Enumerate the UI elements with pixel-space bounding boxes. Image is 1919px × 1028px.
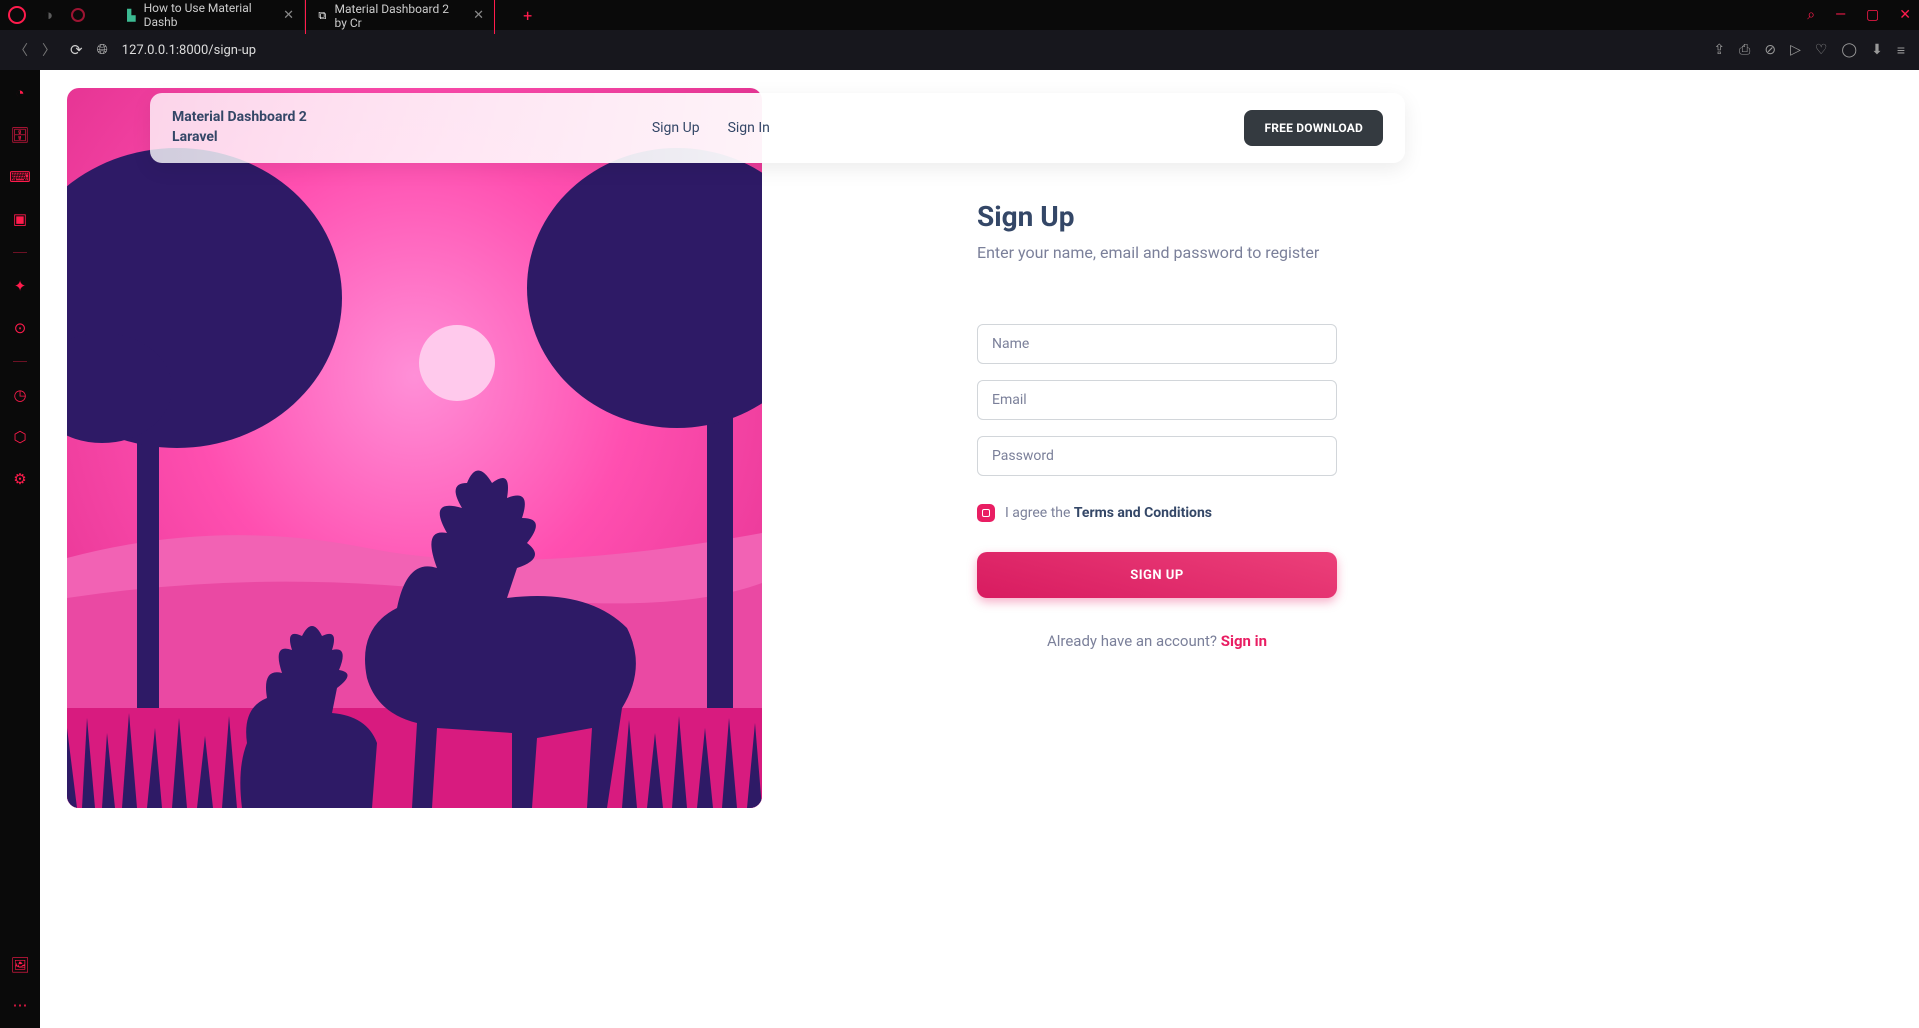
pinboards-icon[interactable]: ✦: [14, 277, 27, 295]
extensions-icon[interactable]: ⬡: [13, 428, 26, 446]
favicon-icon: ▙: [125, 8, 138, 22]
sidebar: ◔ 🗄 ⌨ ▣ ✦ ⊙ ◷ ⬡ ⚙ 🖼 ⋯: [0, 70, 40, 1028]
discord-icon[interactable]: ◑: [44, 6, 53, 24]
address-bar: 〈 〉 ⟳ 🌐︎ 127.0.0.1:8000/sign-up ⇪ ⎙ ⊘ ▷ …: [0, 30, 1919, 70]
agree-text: I agree the Terms and Conditions: [1005, 505, 1212, 521]
player-icon[interactable]: ⊙: [14, 319, 27, 337]
terms-checkbox[interactable]: [977, 504, 995, 522]
downloads-icon[interactable]: ⬇: [1871, 42, 1883, 59]
page-subtitle: Enter your name, email and password to r…: [977, 243, 1337, 262]
brand[interactable]: Material Dashboard 2 Laravel: [172, 108, 307, 147]
signup-form: Sign Up Enter your name, email and passw…: [977, 200, 1337, 650]
adblock-icon[interactable]: ⊘: [1764, 42, 1776, 59]
titlebar: ◑ ▙ How to Use Material Dashb ✕ ⧉ Materi…: [0, 0, 1919, 30]
titlebar-right: ⌕ — ▢ ✕: [1807, 7, 1911, 23]
page-title: Sign Up: [977, 200, 1337, 233]
tab-title: How to Use Material Dashb: [144, 1, 274, 29]
brand-line1: Material Dashboard 2: [172, 108, 307, 128]
messenger-icon[interactable]: ▣: [13, 210, 27, 228]
hero-illustration: [67, 88, 762, 808]
forward-icon[interactable]: 〉: [42, 40, 56, 60]
new-tab-button[interactable]: +: [523, 6, 532, 25]
separator: [13, 252, 27, 253]
back-icon[interactable]: 〈: [14, 40, 28, 60]
nav-signup[interactable]: Sign Up: [652, 120, 700, 136]
nav-links: Sign Up Sign In: [652, 120, 770, 136]
profile-icon[interactable]: ◯: [1841, 42, 1857, 59]
screenshot-icon[interactable]: ⎙: [1739, 42, 1750, 59]
history-icon[interactable]: ◷: [13, 386, 26, 404]
vpn-icon[interactable]: ▷: [1790, 42, 1801, 59]
already-account: Already have an account? Sign in: [977, 632, 1337, 650]
search-icon[interactable]: ⌕: [1807, 7, 1815, 23]
maximize-icon[interactable]: ▢: [1866, 7, 1879, 23]
nav-signin[interactable]: Sign In: [728, 120, 770, 136]
opera-workspace-icon[interactable]: [71, 8, 85, 22]
share-icon[interactable]: ⇪: [1713, 42, 1725, 59]
heart-icon[interactable]: ♡: [1815, 42, 1828, 59]
close-window-icon[interactable]: ✕: [1899, 7, 1911, 23]
close-icon[interactable]: ✕: [473, 8, 484, 23]
settings-icon[interactable]: ⚙: [13, 470, 26, 488]
separator: [13, 361, 27, 362]
titlebar-left: ◑ ▙ How to Use Material Dashb ✕ ⧉ Materi…: [8, 0, 532, 34]
navbar: Material Dashboard 2 Laravel Sign Up Sig…: [150, 93, 1405, 163]
reload-icon[interactable]: ⟳: [70, 41, 83, 59]
tab-title: Material Dashboard 2 by Cr: [335, 2, 464, 30]
easysetup-icon[interactable]: ≡: [1897, 42, 1905, 59]
terms-link[interactable]: Terms and Conditions: [1074, 505, 1212, 521]
agree-prefix: I agree the: [1005, 505, 1074, 521]
password-field[interactable]: [977, 436, 1337, 476]
speed-dial-icon[interactable]: ◔: [15, 84, 24, 102]
signup-button[interactable]: SIGN UP: [977, 552, 1337, 598]
favicon-icon: ⧉: [316, 9, 328, 23]
signin-link[interactable]: Sign in: [1221, 632, 1267, 650]
site-info-icon[interactable]: 🌐︎: [97, 42, 108, 58]
agree-row: I agree the Terms and Conditions: [977, 504, 1337, 522]
more-icon[interactable]: ⋯: [12, 996, 27, 1014]
tab-2-active[interactable]: ⧉ Material Dashboard 2 by Cr ✕: [305, 0, 495, 34]
opera-logo-icon[interactable]: [8, 6, 26, 24]
page-viewport: Material Dashboard 2 Laravel Sign Up Sig…: [40, 70, 1919, 1028]
url-text[interactable]: 127.0.0.1:8000/sign-up: [122, 43, 256, 58]
brand-line2: Laravel: [172, 128, 307, 148]
close-icon[interactable]: ✕: [283, 8, 294, 23]
name-field[interactable]: [977, 324, 1337, 364]
free-download-button[interactable]: FREE DOWNLOAD: [1244, 110, 1383, 146]
tab-1[interactable]: ▙ How to Use Material Dashb ✕: [115, 0, 305, 34]
gallery-icon[interactable]: 🖼: [10, 956, 29, 974]
email-field[interactable]: [977, 380, 1337, 420]
minimize-icon[interactable]: —: [1835, 7, 1846, 23]
workspaces-icon[interactable]: 🗄: [10, 126, 29, 144]
addrbar-actions: ⇪ ⎙ ⊘ ▷ ♡ ◯ ⬇ ≡: [1713, 42, 1905, 59]
tab-strip: ▙ How to Use Material Dashb ✕ ⧉ Material…: [115, 0, 495, 34]
twitch-icon[interactable]: ⌨: [9, 168, 31, 186]
already-prefix: Already have an account?: [1047, 632, 1221, 650]
